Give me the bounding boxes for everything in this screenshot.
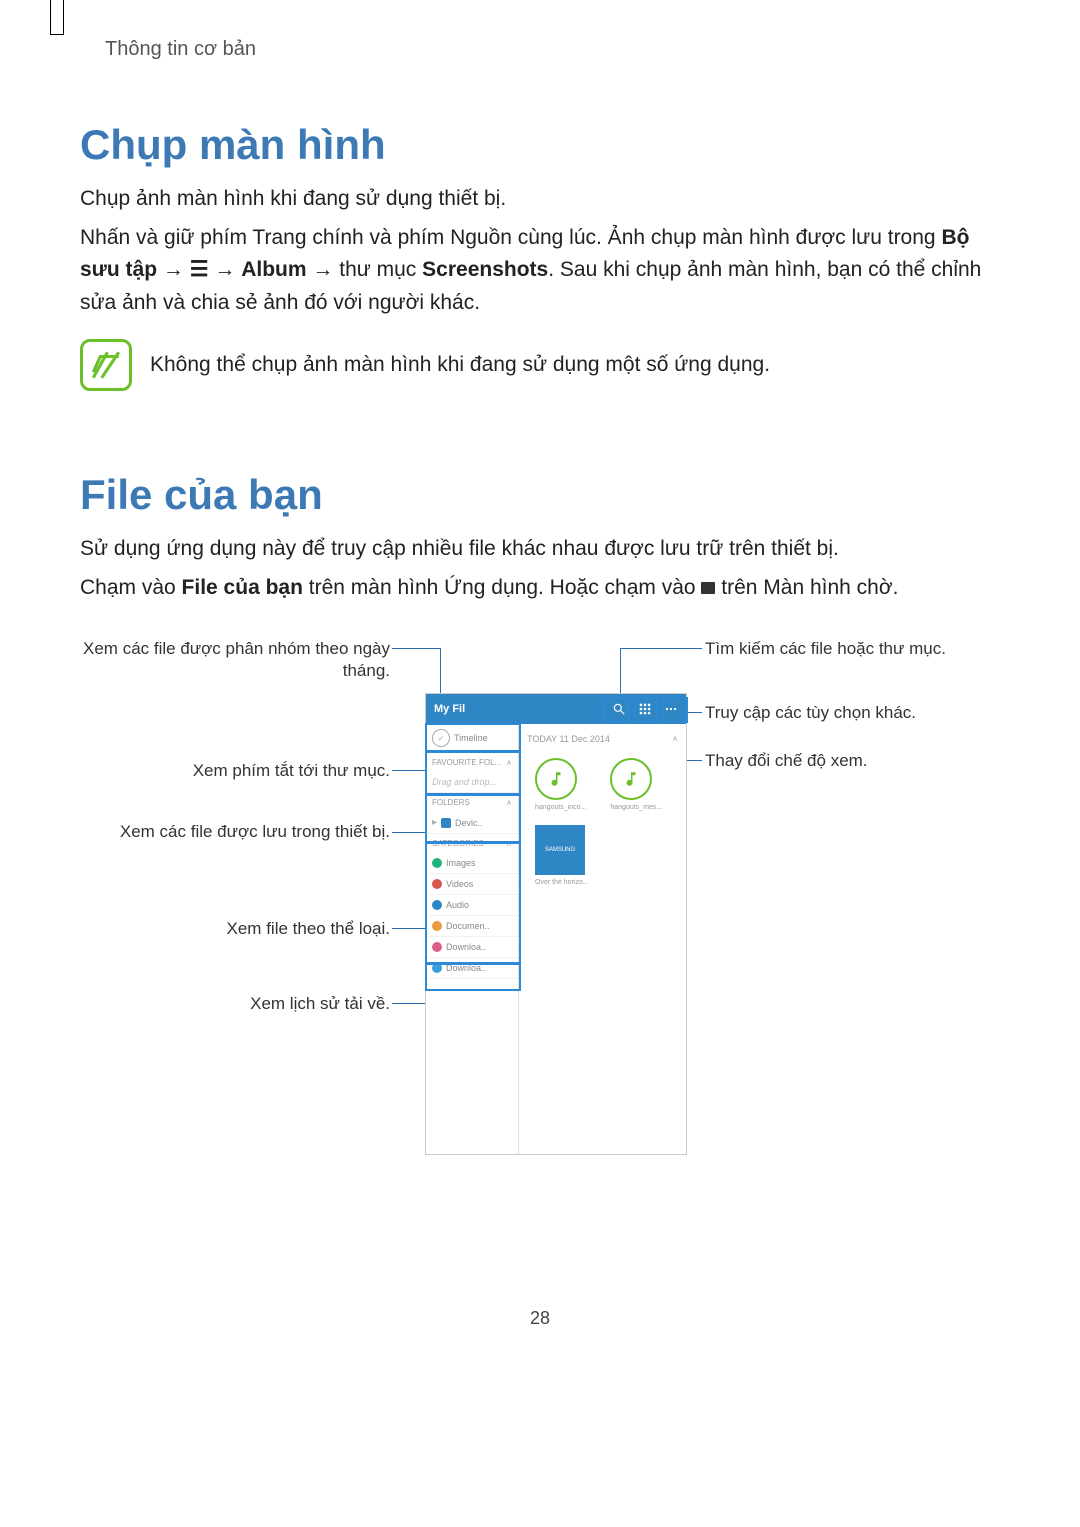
paragraph: Sử dụng ứng dụng này để truy cập nhiều f…	[80, 533, 1000, 566]
menu-icon: ☰	[190, 258, 209, 281]
callout-left-4: Xem file theo thể loại.	[80, 918, 390, 940]
sidebar-videos[interactable]: Videos	[426, 874, 518, 895]
sidebar: ✓ Timeline FAVOURITE FOL...∧ Drag and dr…	[426, 724, 519, 1154]
figure: Xem các file được phân nhóm theo ngày th…	[80, 628, 1000, 1178]
page-number: 28	[80, 1308, 1000, 1329]
date-header: TODAY 11 Dec 2014∧	[527, 730, 678, 754]
sidebar-download-history[interactable]: Downloa..	[426, 958, 518, 979]
grid-view-icon[interactable]	[638, 702, 652, 716]
sidebar-folders-header[interactable]: FOLDERS∧	[426, 793, 518, 812]
device-screenshot: My Fil ✓ Timeline FAVOURITE FOL...∧ Drag…	[425, 693, 687, 1155]
callout-right-3: Thay đổi chế độ xem.	[705, 750, 868, 772]
music-icon	[610, 758, 652, 800]
file-thumb[interactable]: hangouts_mes...	[610, 758, 662, 811]
sidebar-timeline[interactable]: ✓ Timeline	[426, 724, 518, 753]
search-icon[interactable]	[612, 702, 626, 716]
section-title-myfiles: File của bạn	[80, 471, 1000, 519]
sidebar-downloads[interactable]: Downloa..	[426, 937, 518, 958]
file-thumb[interactable]: SAMSUNG Over the horizo...	[527, 825, 678, 886]
music-icon	[535, 758, 577, 800]
main-panel: TODAY 11 Dec 2014∧ hangouts_inco... hang…	[519, 724, 686, 1154]
paragraph: Chụp ảnh màn hình khi đang sử dụng thiết…	[80, 183, 1000, 216]
app-title: My Fil	[434, 703, 465, 715]
app-titlebar: My Fil	[426, 694, 686, 724]
paragraph: Chạm vào File của bạn trên màn hình Ứng …	[80, 572, 1000, 605]
callout-left-2: Xem phím tắt tới thư mục.	[80, 760, 390, 782]
callout-right-2: Truy cập các tùy chọn khác.	[705, 702, 916, 724]
note-icon	[80, 339, 132, 391]
samsung-tile: SAMSUNG	[535, 825, 585, 875]
callout-left-1: Xem các file được phân nhóm theo ngày th…	[80, 638, 390, 682]
clock-icon: ✓	[432, 729, 450, 747]
folder-icon	[701, 582, 715, 594]
breadcrumb: Thông tin cơ bản	[105, 38, 1000, 61]
more-options-icon[interactable]	[664, 702, 678, 716]
sidebar-drag-drop: Drag and drop...	[426, 772, 518, 793]
sidebar-documents[interactable]: Documen..	[426, 916, 518, 937]
note-text: Không thể chụp ảnh màn hình khi đang sử …	[150, 349, 770, 382]
file-thumb[interactable]: hangouts_inco...	[535, 758, 586, 811]
callout-left-5: Xem lịch sử tải về.	[80, 993, 390, 1015]
callout-left-3: Xem các file được lưu trong thiết bị.	[80, 821, 390, 843]
sidebar-device-storage[interactable]: ▸Devic..	[426, 812, 518, 834]
sidebar-audio[interactable]: Audio	[426, 895, 518, 916]
sidebar-categories-header[interactable]: CATEGORIES∧	[426, 834, 518, 853]
sidebar-images[interactable]: Images	[426, 853, 518, 874]
section-title-screenshot: Chụp màn hình	[80, 121, 1000, 169]
sidebar-favourites-header[interactable]: FAVOURITE FOL...∧	[426, 753, 518, 772]
header-tab-border	[50, 0, 64, 35]
paragraph: Nhấn và giữ phím Trang chính và phím Ngu…	[80, 222, 1000, 320]
callout-right-1: Tìm kiếm các file hoặc thư mục.	[705, 638, 946, 660]
